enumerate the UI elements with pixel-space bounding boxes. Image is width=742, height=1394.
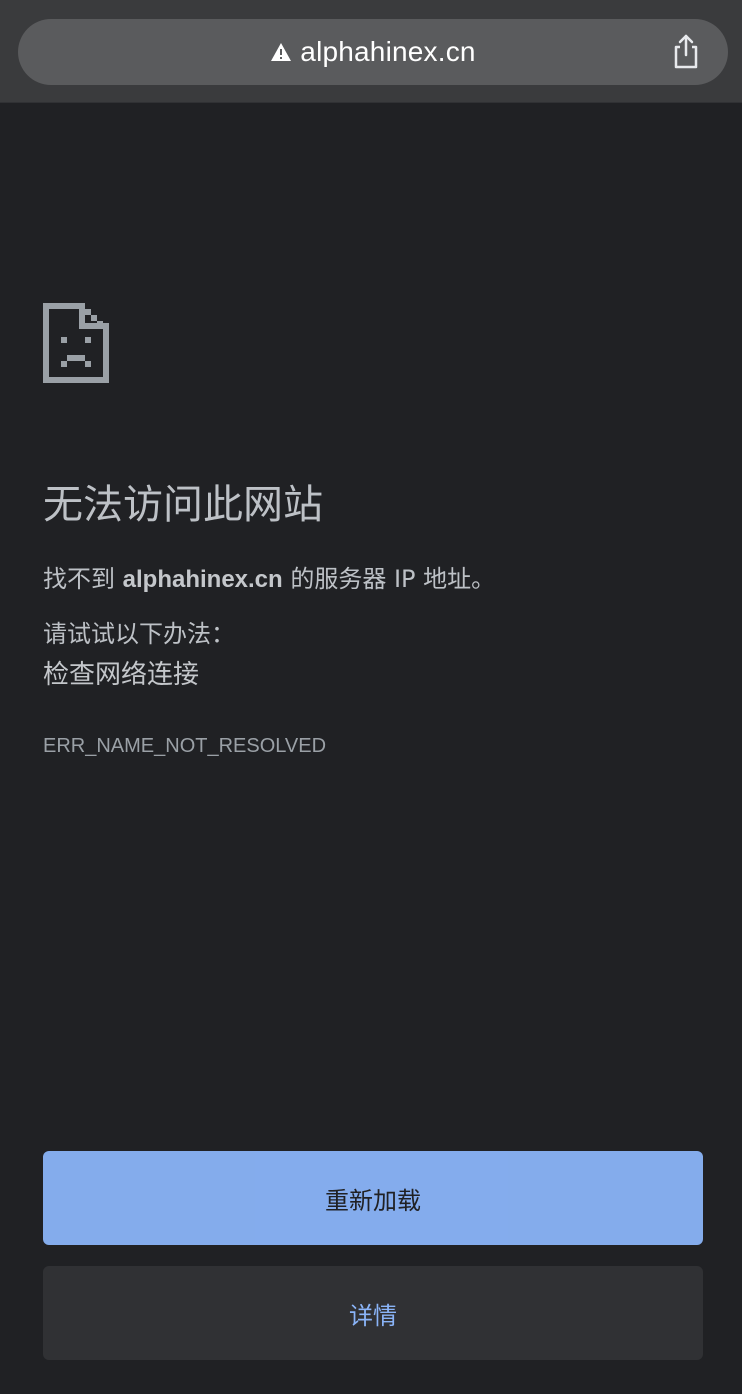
error-domain: alphahinex.cn — [122, 566, 283, 593]
error-message-suffix: 的服务器 IP 地址。 — [290, 565, 496, 593]
address-bar-url: alphahinex.cn — [300, 36, 476, 67]
browser-toolbar: alphahinex.cn — [0, 0, 742, 103]
suggestion-check-connection: 检查网络连接 — [43, 660, 200, 690]
error-code: ERR_NAME_NOT_RESOLVED — [43, 735, 327, 757]
sad-document-icon — [43, 303, 109, 383]
warning-triangle-icon — [271, 43, 292, 61]
address-bar[interactable]: alphahinex.cn — [18, 19, 728, 85]
share-icon[interactable] — [671, 33, 701, 69]
address-bar-content: alphahinex.cn — [18, 19, 728, 85]
error-message: 找不到 alphahinex.cn 的服务器 IP 地址。 — [43, 562, 495, 597]
error-message-prefix: 找不到 — [43, 565, 115, 593]
error-title: 无法访问此网站 — [43, 482, 323, 528]
details-button[interactable]: 详情 — [43, 1266, 703, 1360]
suggestions-label: 请试试以下办法： — [43, 620, 235, 648]
reload-button[interactable]: 重新加载 — [43, 1151, 703, 1245]
